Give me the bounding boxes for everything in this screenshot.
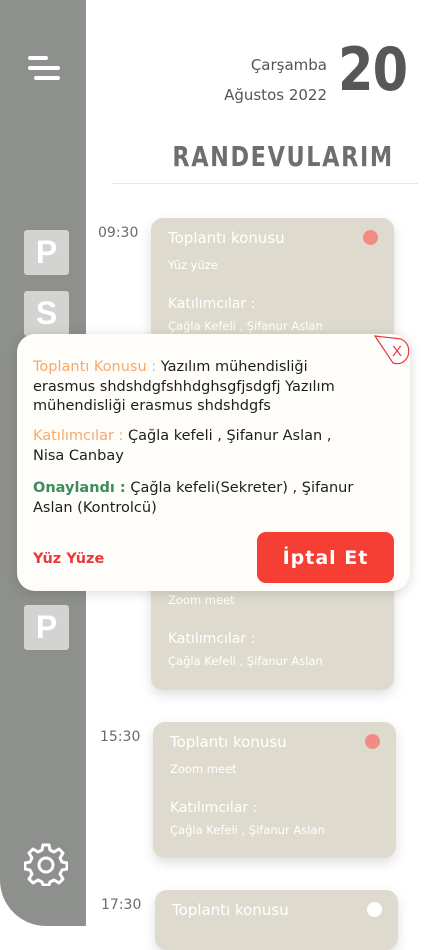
settings-icon[interactable] [24,842,68,886]
appointment-mode: Zoom meet [170,762,237,776]
appointment-card[interactable]: Toplantı konusu Yüz yüze Katılımcılar : … [151,218,394,348]
participants-label: Katılımcılar : [170,800,258,816]
day-number: 20 [338,35,408,105]
appointment-title: Toplantı konusu [168,229,285,247]
close-icon[interactable]: X [373,334,413,368]
approved-label: Onaylandı : [33,480,126,496]
close-label: X [392,343,402,360]
page-title: RANDEVULARIM [172,140,394,173]
cancel-appointment-button[interactable]: İptal Et [257,532,394,583]
approved-row: Onaylandı : Çağla kefeli(Sekreter) , Şif… [33,479,363,518]
menu-icon[interactable] [28,56,60,82]
participants-label: Katılımcılar : [33,428,124,444]
appointment-mode: Yüz yüze [168,258,218,272]
topic-label: Toplantı Konusu : [33,359,157,375]
appointment-card[interactable]: Toplantı konusu [155,890,398,950]
status-dot [363,230,378,245]
appointment-title: Toplantı konusu [172,901,289,919]
participants-list: Çağla Kefeli , Şifanur Aslan [170,823,325,837]
status-dot [365,734,380,749]
appointment-time: 09:30 [98,225,139,241]
participants-label: Katılımcılar : [168,296,256,312]
participants-row: Katılımcılar : Çağla kefeli , Şifanur As… [33,427,363,466]
month-year-label: Ağustos 2022 [224,86,327,104]
appointment-time: 17:30 [101,897,142,913]
participants-list: Çağla Kefeli , Şifanur Aslan [168,319,323,333]
appointment-time: 15:30 [100,729,141,745]
appointment-title: Toplantı konusu [170,733,287,751]
header-divider [112,183,418,184]
appointment-card[interactable]: Toplantı konusu Zoom meet Katılımcılar :… [153,722,396,858]
participants-label: Katılımcılar : [168,631,256,647]
sidebar-letter-s[interactable]: S [24,291,69,336]
weekday-label: Çarşamba [250,56,327,74]
appointment-detail-popup: X Toplantı Konusu : Yazılım mühendisliği… [17,334,410,591]
sidebar-letter-p-2[interactable]: P [24,605,69,650]
appointment-mode: Zoom meet [168,593,235,607]
meeting-mode: Yüz Yüze [33,551,105,567]
status-dot [367,902,382,917]
topic-row: Toplantı Konusu : Yazılım mühendisliği e… [33,358,363,417]
participants-list: Çağla Kefeli , Şifanur Aslan [168,654,323,668]
sidebar-letter-p[interactable]: P [24,230,69,275]
